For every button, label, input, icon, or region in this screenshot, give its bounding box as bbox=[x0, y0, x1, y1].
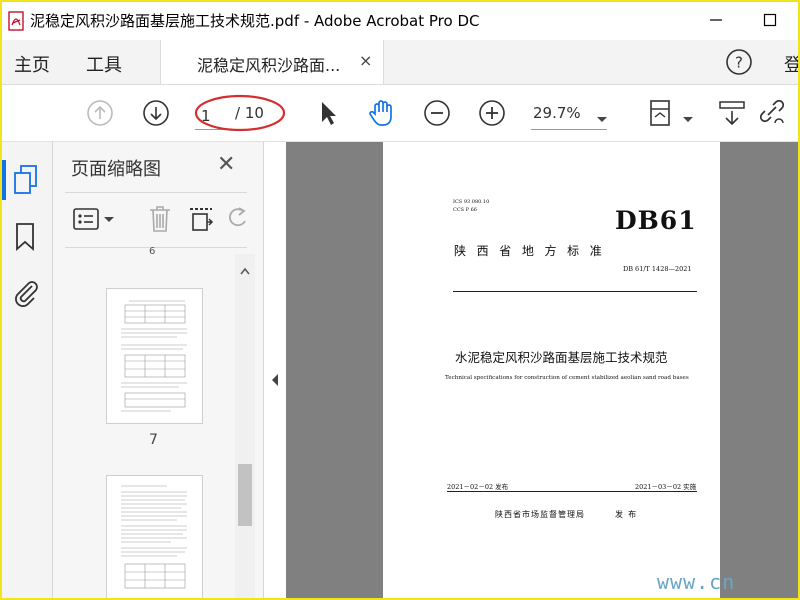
attachment-icon[interactable] bbox=[12, 278, 40, 312]
document-view[interactable]: ICS 93 080.10 ICS 93 080.10 CCS P 66 DB6… bbox=[286, 142, 798, 598]
rotate-page-icon[interactable] bbox=[227, 206, 249, 236]
left-rail bbox=[2, 142, 53, 598]
read-mode-icon[interactable] bbox=[716, 97, 748, 129]
thumbnails-panel: 页面缩略图 ✕ 6 7 bbox=[53, 142, 264, 598]
document-tab-label: 泥稳定风积沙路面... bbox=[197, 56, 341, 75]
scroll-up-icon[interactable] bbox=[240, 260, 250, 279]
page-thumbnail-8[interactable] bbox=[106, 475, 203, 598]
document-title-cn: 水泥稳定风积沙路面基层施工技术规范 bbox=[455, 350, 668, 365]
thumbnail-label: 7 bbox=[149, 432, 158, 448]
minimize-button[interactable] bbox=[696, 6, 736, 34]
ccs-code-text: CCS P 66 bbox=[453, 207, 477, 213]
zoom-dropdown-icon[interactable] bbox=[596, 109, 608, 128]
zoom-level[interactable]: 29.7% bbox=[533, 104, 581, 122]
thumbnail-options-icon[interactable] bbox=[73, 206, 117, 236]
standard-number: DB 61/T 1428—2021 bbox=[623, 265, 692, 273]
document-tab[interactable]: 泥稳定风积沙路面... × bbox=[160, 40, 384, 84]
window-title: 泥稳定风积沙路面基层施工技术规范.pdf - Adobe Acrobat Pro… bbox=[30, 12, 480, 30]
implementation-date: 2021－03－02 实施 bbox=[635, 483, 697, 491]
insert-page-icon[interactable] bbox=[187, 204, 215, 238]
select-cursor-icon[interactable] bbox=[312, 97, 344, 129]
panel-divider bbox=[65, 192, 247, 193]
watermark-text: www.cn bbox=[657, 570, 736, 594]
footer-rule bbox=[447, 491, 697, 492]
page-thumbnails-icon[interactable] bbox=[12, 164, 40, 200]
maximize-button[interactable] bbox=[750, 6, 790, 34]
province-standard-line: 陕 西 省 地 方 标 准 bbox=[454, 244, 603, 258]
standard-code: DB61 bbox=[615, 206, 697, 235]
svg-text:?: ? bbox=[735, 54, 743, 72]
fit-page-icon[interactable] bbox=[646, 97, 678, 129]
hand-tool-icon[interactable] bbox=[366, 97, 398, 129]
thumbnail-label-partial: 6 bbox=[149, 246, 156, 257]
bookmark-icon[interactable] bbox=[14, 222, 36, 256]
zoom-underline bbox=[531, 129, 607, 130]
document-tab-close-button[interactable]: × bbox=[359, 51, 372, 70]
zoom-out-icon[interactable] bbox=[421, 97, 453, 129]
previous-page-icon[interactable] bbox=[84, 97, 116, 129]
acrobat-window: 泥稳定风积沙路面基层施工技术规范.pdf - Adobe Acrobat Pro… bbox=[0, 0, 800, 600]
acrobat-pdf-icon bbox=[8, 11, 26, 31]
document-title-en: Technical specifications for constructio… bbox=[445, 375, 689, 381]
header-rule bbox=[453, 291, 697, 292]
next-page-icon[interactable] bbox=[140, 97, 172, 129]
share-link-icon[interactable] bbox=[756, 97, 788, 129]
scrollbar-thumb[interactable] bbox=[238, 464, 252, 526]
menu-home[interactable]: 主页 bbox=[14, 51, 50, 77]
tab-bar: 主页 工具 泥稳定风积沙路面... × ? 登 bbox=[2, 40, 798, 85]
issue-date: 2021－02－02 发布 bbox=[447, 483, 509, 491]
title-bar: 泥稳定风积沙路面基层施工技术规范.pdf - Adobe Acrobat Pro… bbox=[2, 2, 798, 40]
issuing-authority: 陕西省市场监督管理局 bbox=[495, 510, 585, 519]
zoom-in-icon[interactable] bbox=[476, 97, 508, 129]
panel-collapse-strip[interactable] bbox=[264, 142, 286, 598]
collapse-panel-icon[interactable] bbox=[270, 372, 280, 391]
help-icon[interactable]: ? bbox=[725, 48, 753, 76]
pdf-page: ICS 93 080.10 ICS 93 080.10 CCS P 66 DB6… bbox=[383, 142, 720, 598]
ics-code: ICS 93 080.10 bbox=[453, 199, 490, 205]
rail-active-indicator bbox=[2, 160, 6, 200]
thumbnail-scrollbar[interactable] bbox=[235, 254, 255, 598]
issuing-action: 发 布 bbox=[615, 510, 637, 519]
fit-dropdown-icon[interactable] bbox=[682, 109, 694, 128]
panel-divider-2 bbox=[65, 247, 247, 248]
panel-close-button[interactable]: ✕ bbox=[217, 152, 235, 177]
sign-in-link[interactable]: 登 bbox=[784, 51, 798, 77]
page-thumbnail-7[interactable] bbox=[106, 288, 203, 424]
red-ellipse-annotation bbox=[194, 93, 286, 133]
menu-tools[interactable]: 工具 bbox=[86, 51, 122, 77]
toolbar: / 10 29.7% bbox=[2, 85, 798, 142]
delete-page-icon[interactable] bbox=[147, 204, 173, 238]
panel-title: 页面缩略图 bbox=[71, 159, 161, 180]
